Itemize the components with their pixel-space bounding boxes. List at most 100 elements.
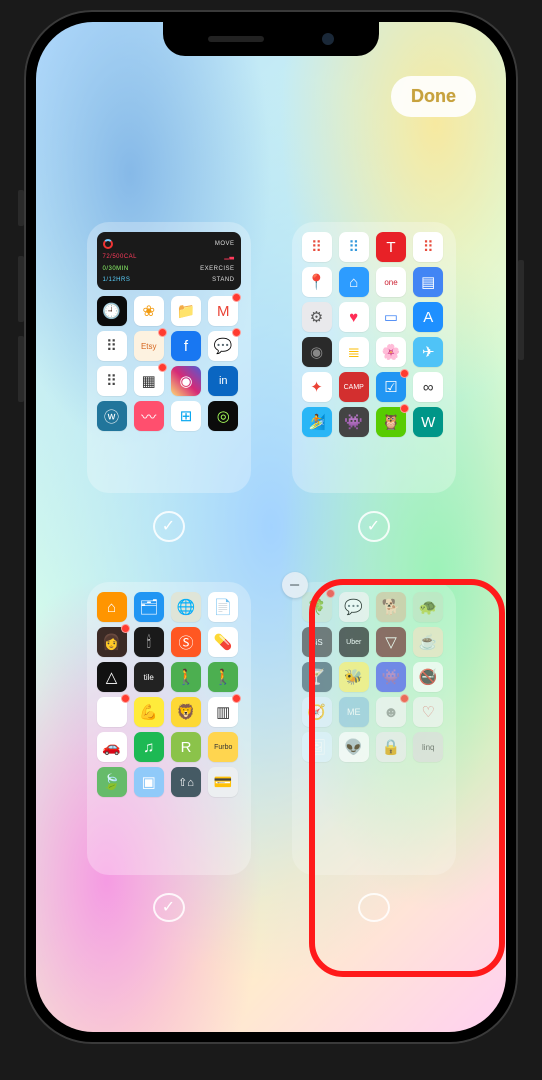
app-bubble[interactable]: 💬	[339, 592, 369, 622]
app-flower[interactable]: 🌸	[376, 337, 406, 367]
app-lock[interactable]: 🔒	[376, 732, 406, 762]
app-tesla[interactable]: T	[376, 232, 406, 262]
app-one[interactable]: one	[376, 267, 406, 297]
app-circle-s[interactable]: Ⓢ	[171, 627, 201, 657]
app-wgame[interactable]: W	[413, 407, 443, 437]
app-furbo[interactable]: Furbo	[208, 732, 238, 762]
app-camp[interactable]: CAMP	[339, 372, 369, 402]
app-r-app[interactable]: R	[171, 732, 201, 762]
app-folder-1[interactable]: ⠿	[302, 232, 332, 262]
app-squares[interactable]: ▦	[134, 366, 164, 396]
app-folder-a[interactable]: 🗂	[97, 697, 127, 727]
app-walk-2[interactable]: 🚶	[208, 662, 238, 692]
app-home-orange[interactable]: ⌂	[97, 592, 127, 622]
app-folder-2[interactable]: ⠿	[339, 232, 369, 262]
app-sis[interactable]: SiS	[302, 627, 332, 657]
app-linq[interactable]: linq	[413, 732, 443, 762]
app-wordpress[interactable]: ⓦ	[97, 401, 127, 431]
remove-page-button[interactable]: −	[282, 572, 308, 598]
app-clock[interactable]: 🕘	[97, 296, 127, 326]
app-face[interactable]: ☻	[376, 697, 406, 727]
app-tile[interactable]: tile	[134, 662, 164, 692]
page-4-visibility-toggle[interactable]	[358, 893, 390, 922]
app-me[interactable]: ME	[339, 697, 369, 727]
app-dots-2[interactable]: ⠿	[97, 366, 127, 396]
app-alien[interactable]: 👽	[339, 732, 369, 762]
app-leaf[interactable]: 🍃	[97, 767, 127, 797]
app-layers[interactable]: ▣	[134, 767, 164, 797]
app-microsoft[interactable]: ⊞	[171, 401, 201, 431]
app-facebook[interactable]: f	[171, 331, 201, 361]
app-rings[interactable]: ∞	[413, 372, 443, 402]
app-messenger[interactable]: 💬	[208, 331, 238, 361]
app-folder-3[interactable]: ⠿	[413, 232, 443, 262]
app-nosmoking[interactable]: 🚭	[413, 662, 443, 692]
app-discord[interactable]: 👾	[376, 662, 406, 692]
app-calendar[interactable]: ▭	[376, 302, 406, 332]
app-trend[interactable]: 〰	[134, 401, 164, 431]
screen: Done MOVE 72/500CAL▁▃ 0/30MINEXERCISE 1/…	[36, 22, 506, 1032]
app-portrait[interactable]: 👩	[97, 627, 127, 657]
app-gmail[interactable]: M	[208, 296, 238, 326]
app-instagram[interactable]: ◉	[171, 366, 201, 396]
app-cocktail[interactable]: 🍸	[302, 662, 332, 692]
app-coffee[interactable]: ☕	[413, 627, 443, 657]
page-1-visibility-toggle[interactable]: ✓	[153, 511, 185, 542]
fitness-widget: MOVE 72/500CAL▁▃ 0/30MINEXERCISE 1/12HRS…	[97, 232, 241, 290]
app-spotify[interactable]: ♫	[134, 732, 164, 762]
app-pixel[interactable]: 👾	[339, 407, 369, 437]
app-photo[interactable]: 🖼	[302, 732, 332, 762]
page-2-apps: ⠿⠿T⠿📍⌂one▤⚙︎♥▭A◉≣🌸✈✦CAMP☑∞🏄👾🦉W	[302, 232, 446, 437]
app-google-maps[interactable]: 📍	[302, 267, 332, 297]
app-flex[interactable]: 💪	[134, 697, 164, 727]
app-camera[interactable]: ◉	[302, 337, 332, 367]
app-card[interactable]: 💳	[208, 767, 238, 797]
done-button[interactable]: Done	[391, 76, 476, 117]
app-house-up[interactable]: ⇧⌂	[171, 767, 201, 797]
app-sky[interactable]: ✈	[413, 337, 443, 367]
app-car[interactable]: 🚗	[97, 732, 127, 762]
page-4-apps: 🍀💬🐕🐢 SiSUber▽☕ 🍸🐝👾🚭 🧭ME☻♡ 🖼👽🔒linq	[302, 592, 446, 762]
app-barcode[interactable]: ▥	[208, 697, 238, 727]
app-linkedin[interactable]: in	[208, 366, 238, 396]
app-surfer[interactable]: 🏄	[302, 407, 332, 437]
app-candle[interactable]: 🕯	[134, 627, 164, 657]
app-home[interactable]: ⌂	[339, 267, 369, 297]
app-activity[interactable]: ◎	[208, 401, 238, 431]
page-3-visibility-toggle[interactable]: ✓	[153, 893, 185, 922]
app-appstore[interactable]: A	[413, 302, 443, 332]
app-clover[interactable]: 🍀	[302, 592, 332, 622]
page-thumb-2[interactable]: ⠿⠿T⠿📍⌂one▤⚙︎♥▭A◉≣🌸✈✦CAMP☑∞🏄👾🦉W	[292, 222, 456, 493]
app-health[interactable]: ♥	[339, 302, 369, 332]
page-thumb-4[interactable]: − 🍀💬🐕🐢SiSUber▽☕🍸🐝👾🚭🧭ME☻♡🖼👽🔒linq	[292, 582, 456, 875]
app-bee[interactable]: 🐝	[339, 662, 369, 692]
app-dog[interactable]: 🐕	[376, 592, 406, 622]
app-compass[interactable]: 🧭	[302, 697, 332, 727]
app-uber-eats[interactable]: Uber	[339, 627, 369, 657]
app-walk-1[interactable]: 🚶	[171, 662, 201, 692]
page-thumb-1[interactable]: MOVE 72/500CAL▁▃ 0/30MINEXERCISE 1/12HRS…	[87, 222, 251, 493]
app-hearts[interactable]: ♡	[413, 697, 443, 727]
app-settings[interactable]: ⚙︎	[302, 302, 332, 332]
app-etsy[interactable]: Etsy	[134, 331, 164, 361]
app-notes[interactable]: ≣	[339, 337, 369, 367]
app-triangle[interactable]: △	[97, 662, 127, 692]
app-photos[interactable]: ❀	[134, 296, 164, 326]
app-globe[interactable]: 🌐	[171, 592, 201, 622]
app-dots-1[interactable]: ⠿	[97, 331, 127, 361]
app-files[interactable]: 📁	[171, 296, 201, 326]
app-todo[interactable]: ☑	[376, 372, 406, 402]
app-files-2[interactable]: 🗂	[134, 592, 164, 622]
page-3-apps: ⌂🗂🌐📄👩🕯Ⓢ💊△tile🚶🚶🗂💪🦁▥🚗♫RFurbo🍃▣⇧⌂💳	[97, 592, 241, 797]
page-2-visibility-toggle[interactable]: ✓	[358, 511, 390, 542]
app-docs[interactable]: ▤	[413, 267, 443, 297]
app-pills[interactable]: 💊	[208, 627, 238, 657]
app-lion[interactable]: 🦁	[171, 697, 201, 727]
app-google-photos[interactable]: ✦	[302, 372, 332, 402]
app-duo[interactable]: 🦉	[376, 407, 406, 437]
speaker-grille	[208, 36, 264, 42]
app-turtle[interactable]: 🐢	[413, 592, 443, 622]
app-note[interactable]: 📄	[208, 592, 238, 622]
page-thumb-3[interactable]: ⌂🗂🌐📄👩🕯Ⓢ💊△tile🚶🚶🗂💪🦁▥🚗♫RFurbo🍃▣⇧⌂💳	[87, 582, 251, 875]
app-shorts[interactable]: ▽	[376, 627, 406, 657]
